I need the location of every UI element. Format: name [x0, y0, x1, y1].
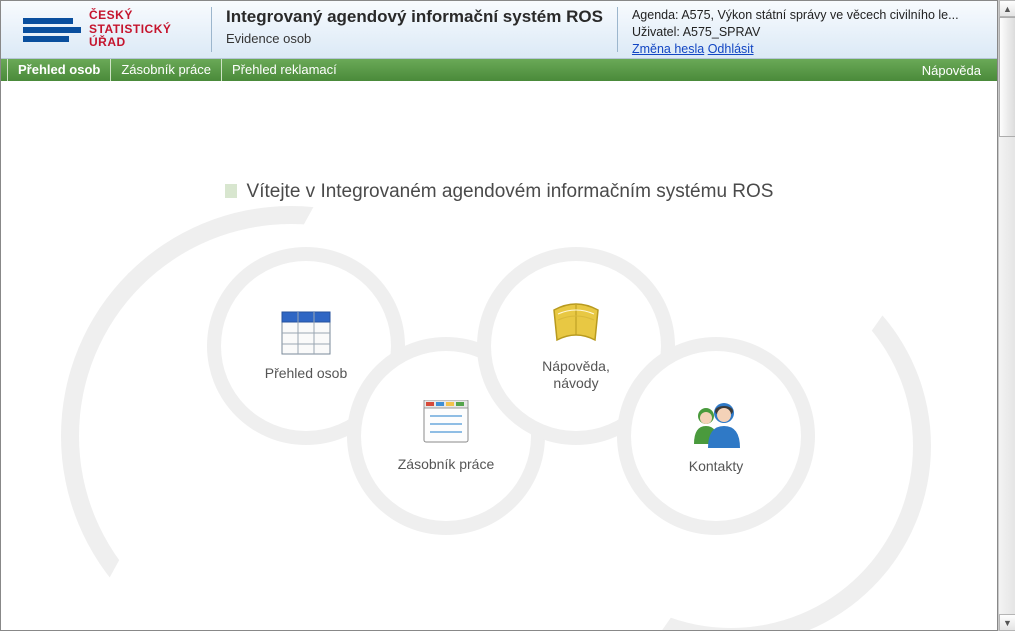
tile-label: Kontakty — [689, 458, 743, 475]
contacts-icon — [688, 398, 744, 448]
vertical-scrollbar[interactable]: ▲ ▼ — [998, 0, 1015, 631]
app-subtitle: Evidence osob — [226, 31, 603, 46]
bullet-icon — [225, 184, 237, 198]
logo: ČESKÝ STATISTICKÝ ÚŘAD — [1, 1, 211, 58]
change-password-link[interactable]: Změna hesla — [632, 42, 704, 56]
title-block: Integrovaný agendový informační systém R… — [212, 1, 617, 58]
nav-item-prehled-osob[interactable]: Přehled osob — [7, 59, 110, 81]
app-title: Integrovaný agendový informační systém R… — [226, 7, 603, 27]
nav-item-zasobnik-prace[interactable]: Zásobník práce — [110, 59, 221, 81]
main-area: Vítejte v Integrovaném agendovém informa… — [1, 81, 997, 630]
scroll-thumb[interactable] — [999, 17, 1015, 137]
tiles: Přehled osob Zásobní — [1, 241, 997, 591]
welcome-text: Vítejte v Integrovaném agendovém informa… — [247, 181, 774, 202]
logo-bars-icon — [23, 18, 81, 42]
tile-label: Nápověda, návody — [542, 358, 610, 392]
tile-label: Zásobník práce — [398, 456, 495, 473]
nav-help[interactable]: Nápověda — [912, 63, 991, 78]
user-label: Uživatel: — [632, 25, 680, 39]
scroll-down-button[interactable]: ▼ — [999, 614, 1015, 631]
book-icon — [548, 300, 604, 348]
nav-item-prehled-reklamaci[interactable]: Přehled reklamací — [221, 59, 347, 81]
nav-bar: Přehled osob Zásobník práce Přehled rekl… — [1, 59, 997, 81]
table-icon — [281, 311, 331, 355]
agenda-label: Agenda: — [632, 8, 679, 22]
meta-block: Agenda: A575, Výkon státní správy ve věc… — [618, 1, 969, 58]
logout-link[interactable]: Odhlásit — [708, 42, 754, 56]
welcome-heading: Vítejte v Integrovaném agendovém informa… — [1, 181, 997, 203]
user-value: A575_SPRAV — [683, 25, 761, 39]
tile-kontakty[interactable]: Kontakty — [631, 351, 801, 521]
header: ČESKÝ STATISTICKÝ ÚŘAD Integrovaný agend… — [1, 1, 997, 59]
task-list-icon — [420, 400, 472, 446]
agenda-value: A575, Výkon státní správy ve věcech civi… — [681, 8, 958, 22]
logo-text: ČESKÝ STATISTICKÝ ÚŘAD — [89, 9, 171, 50]
tile-label: Přehled osob — [265, 365, 348, 382]
scroll-up-button[interactable]: ▲ — [999, 0, 1015, 17]
